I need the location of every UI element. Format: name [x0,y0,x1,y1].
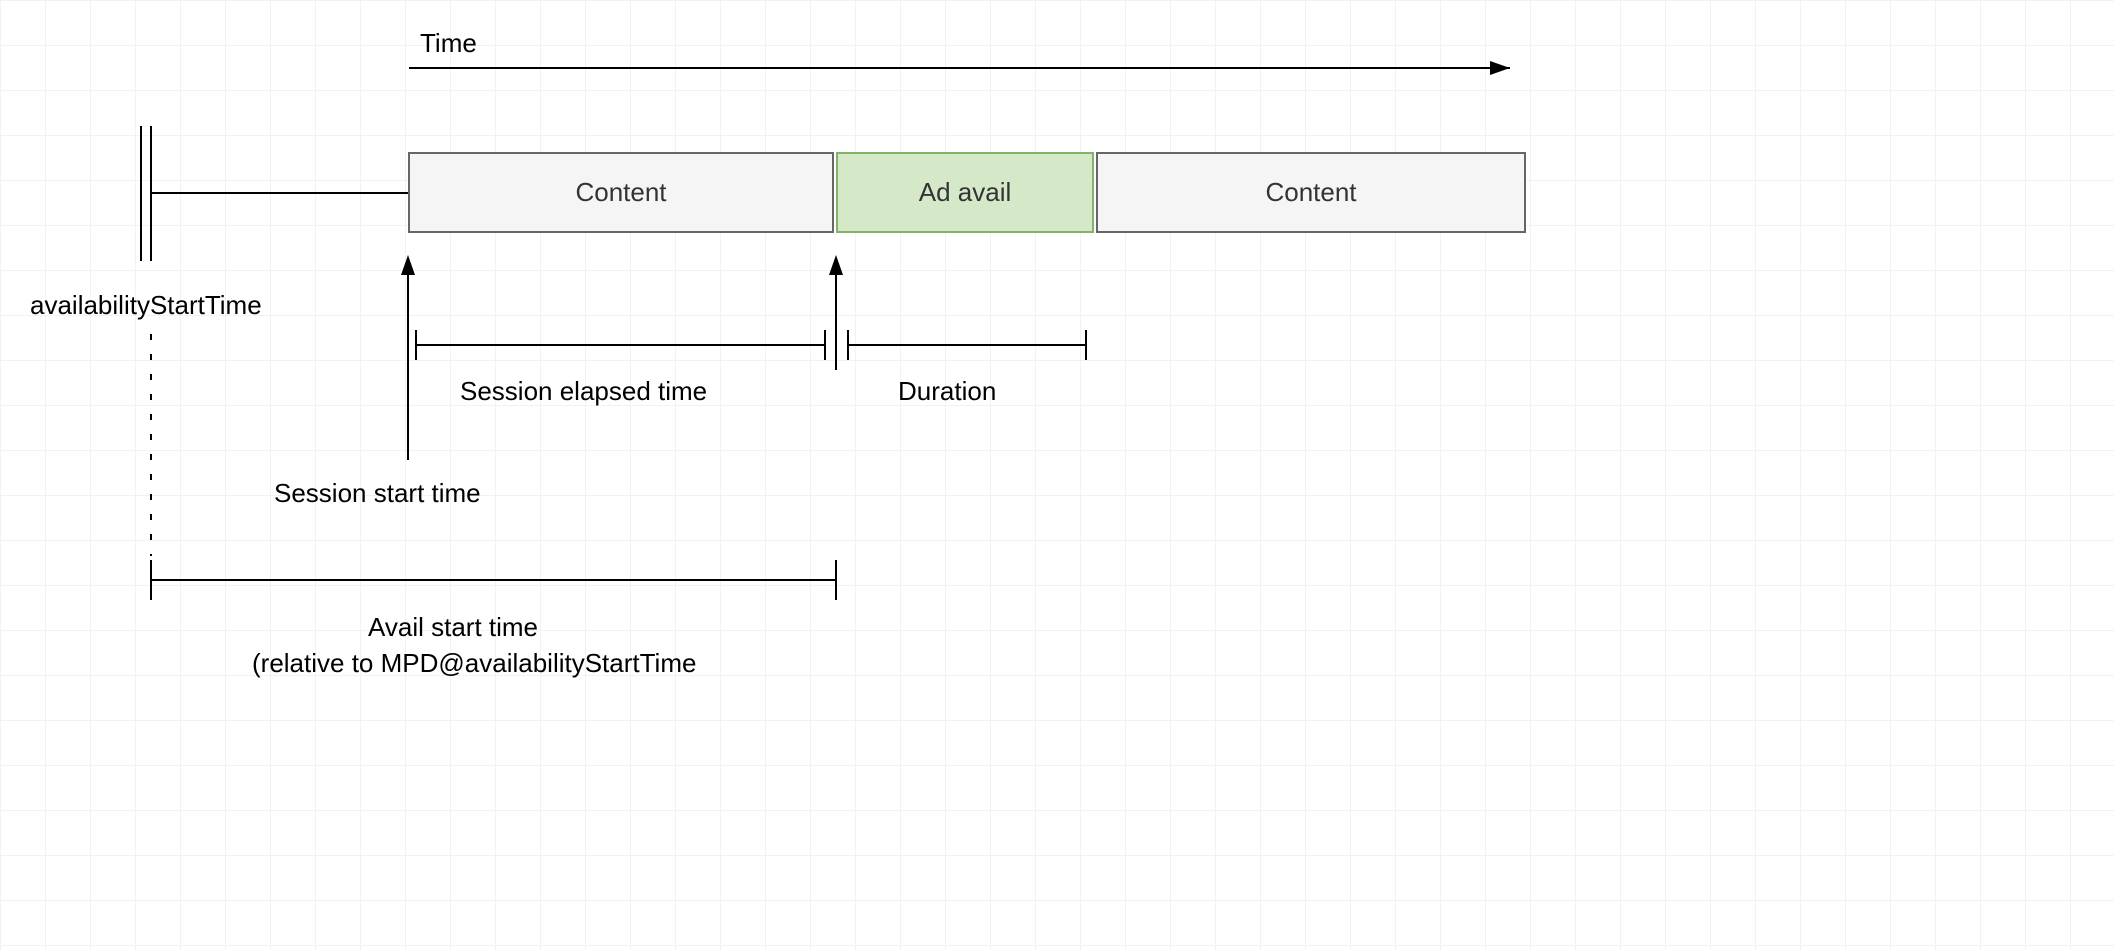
content-block-2: Content [1096,152,1526,233]
session-elapsed-time-label: Session elapsed time [460,376,707,407]
avail-start-time-label-line2: (relative to MPD@availabilityStartTime [252,648,696,679]
ad-avail-block-label: Ad avail [919,177,1012,208]
content-block-1: Content [408,152,834,233]
content-block-1-label: Content [575,177,666,208]
content-block-2-label: Content [1265,177,1356,208]
session-start-time-label: Session start time [274,478,481,509]
ad-avail-block: Ad avail [836,152,1094,233]
availability-start-time-label: availabilityStartTime [30,290,262,321]
duration-label: Duration [898,376,996,407]
diagram-lines [0,0,2114,950]
diagram-container: Time availabilityStartTime Session elaps… [0,0,2114,950]
time-axis-label: Time [420,28,477,59]
avail-start-time-label-line1: Avail start time [368,612,538,643]
